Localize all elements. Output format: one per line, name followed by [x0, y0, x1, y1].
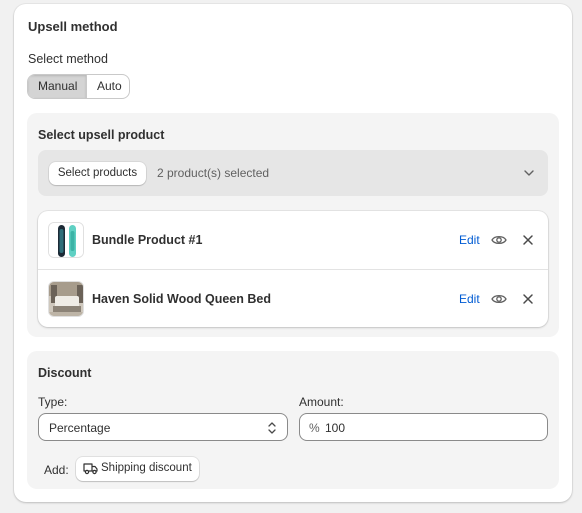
bed-image [48, 281, 84, 317]
amount-field[interactable]: % 100 [299, 413, 548, 441]
select-products-button[interactable]: Select products [49, 162, 146, 185]
discount-panel: Discount Type: Amount: Percentage % 100 … [27, 351, 559, 489]
edit-product-link[interactable]: Edit [459, 233, 480, 247]
snowboard-image [48, 222, 84, 258]
product-list: Bundle Product #1 Edit Haven Solid Wood … [38, 211, 548, 327]
chevron-down-icon[interactable] [523, 167, 535, 179]
discount-title: Discount [38, 366, 92, 380]
product-selector-bar[interactable]: Select products 2 product(s) selected [38, 150, 548, 196]
discount-type-select[interactable]: Percentage [38, 413, 288, 441]
select-arrows-icon [268, 422, 276, 434]
method-manual-button[interactable]: Manual [28, 75, 86, 98]
add-label: Add: [44, 463, 69, 477]
product-name: Bundle Product #1 [92, 233, 203, 247]
close-icon[interactable] [522, 234, 534, 246]
method-auto-button[interactable]: Auto [86, 75, 129, 98]
method-segmented-control: Manual Auto [27, 74, 130, 99]
selected-count-text: 2 product(s) selected [157, 166, 270, 180]
close-icon[interactable] [522, 293, 534, 305]
shipping-discount-button[interactable]: Shipping discount [76, 457, 199, 481]
amount-value: 100 [325, 421, 346, 435]
product-row: Bundle Product #1 Edit [38, 211, 548, 269]
select-method-label: Select method [28, 52, 108, 66]
eye-icon[interactable] [491, 233, 507, 247]
shipping-discount-label: Shipping discount [101, 462, 192, 474]
edit-product-link[interactable]: Edit [459, 292, 480, 306]
type-label: Type: [38, 395, 68, 409]
truck-icon [83, 463, 98, 475]
card-title: Upsell method [28, 19, 118, 34]
upsell-method-card: Upsell method Select method Manual Auto … [14, 4, 572, 502]
amount-label: Amount: [299, 395, 344, 409]
product-row: Haven Solid Wood Queen Bed Edit [38, 269, 548, 327]
upsell-product-panel: Select upsell product Select products 2 … [27, 113, 559, 337]
type-select-value: Percentage [49, 421, 111, 435]
upsell-panel-title: Select upsell product [38, 128, 165, 142]
product-name: Haven Solid Wood Queen Bed [92, 292, 271, 306]
percent-prefix: % [309, 421, 320, 435]
eye-icon[interactable] [491, 292, 507, 306]
